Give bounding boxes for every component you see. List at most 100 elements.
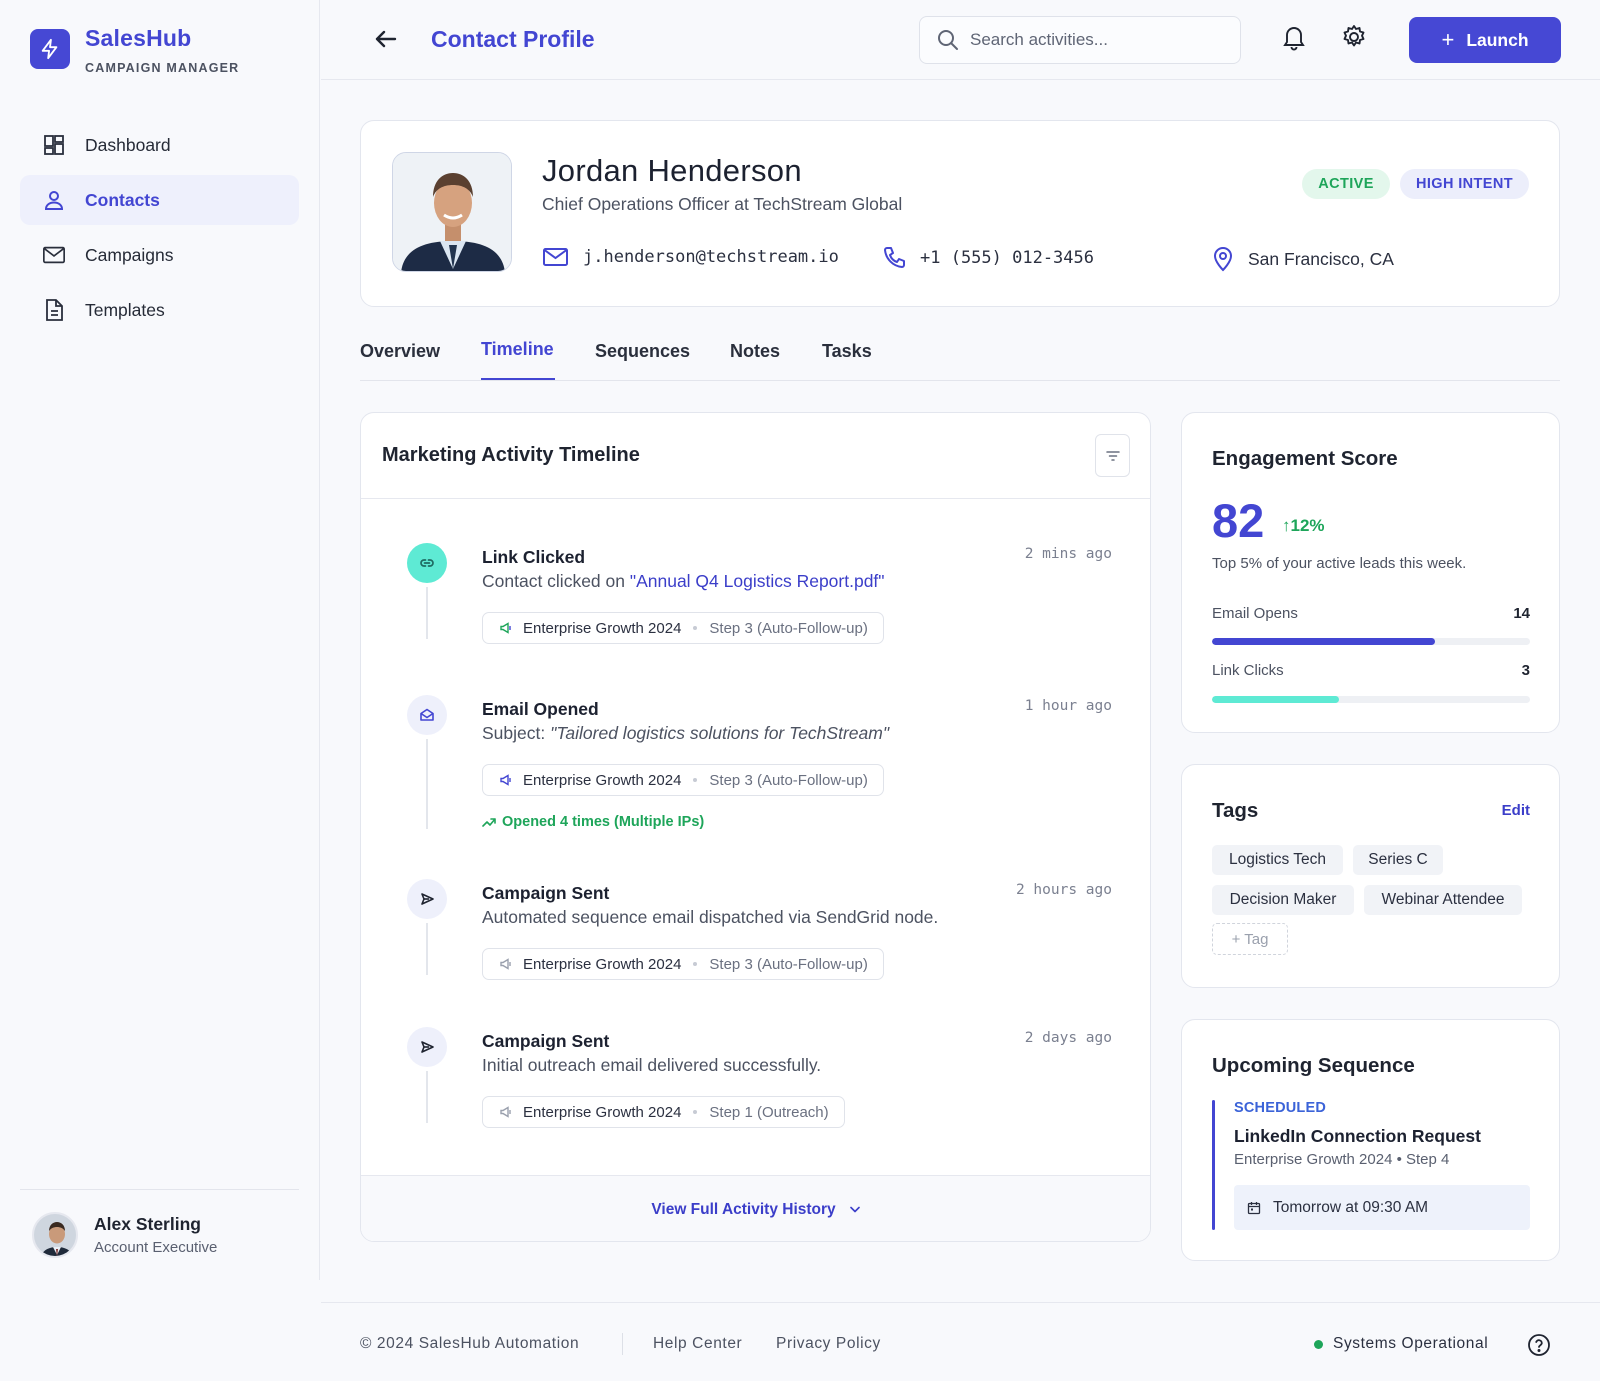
page-title: Contact Profile <box>431 26 595 52</box>
gear-icon[interactable] <box>1339 22 1369 52</box>
app-name: SalesHub <box>85 25 192 51</box>
current-user[interactable]: Alex Sterling Account Executive <box>20 1189 299 1279</box>
contact-name: Jordan Henderson <box>542 153 802 188</box>
sidebar-item-label: Contacts <box>85 189 160 210</box>
open-count-note: Opened 4 times (Multiple IPs) <box>482 814 704 830</box>
tag-chip[interactable]: Webinar Attendee <box>1364 885 1522 915</box>
help-circle-icon[interactable] <box>1527 1333 1551 1357</box>
activity-title: Link Clicked <box>482 547 586 567</box>
tab-tasks[interactable]: Tasks <box>822 341 872 362</box>
status-badge-high-intent: HIGH INTENT <box>1400 169 1529 199</box>
contact-phone[interactable]: +1 (555) 012-3456 <box>882 246 1094 270</box>
campaign-step: Step 3 (Auto-Follow-up) <box>709 771 868 789</box>
sequence-card-title: Upcoming Sequence <box>1212 1054 1415 1077</box>
document-icon <box>42 298 66 322</box>
contact-phone-value: +1 (555) 012-3456 <box>920 248 1094 268</box>
email-opens-progress-fill <box>1212 638 1435 645</box>
tab-sequences[interactable]: Sequences <box>595 341 690 362</box>
campaign-chip[interactable]: Enterprise Growth 2024 Step 1 (Outreach) <box>482 1096 845 1128</box>
activity-description: Subject: "Tailored logistics solutions f… <box>482 723 889 744</box>
contact-title: Chief Operations Officer at TechStream G… <box>542 194 903 214</box>
activity-title: Campaign Sent <box>482 1031 610 1051</box>
contact-email-value: j.henderson@techstream.io <box>583 247 839 267</box>
bell-icon[interactable] <box>1279 22 1309 52</box>
activity-description: Initial outreach email delivered success… <box>482 1055 822 1075</box>
system-status: Systems Operational <box>1314 1335 1488 1353</box>
send-icon <box>407 1027 447 1067</box>
edit-tags-button[interactable]: Edit <box>1502 802 1530 819</box>
view-full-history-button[interactable]: View Full Activity History <box>361 1175 1150 1241</box>
view-history-label: View Full Activity History <box>651 1200 836 1218</box>
campaign-step: Step 3 (Auto-Follow-up) <box>709 619 868 637</box>
sequence-accent-bar <box>1212 1100 1215 1230</box>
tab-overview[interactable]: Overview <box>360 341 440 362</box>
megaphone-icon <box>499 621 513 635</box>
sidebar-nav: Dashboard Contacts Campaigns Templates <box>20 120 299 340</box>
footer-divider <box>622 1333 623 1355</box>
sidebar-item-dashboard[interactable]: Dashboard <box>20 120 299 170</box>
tag-chip[interactable]: Series C <box>1353 845 1443 875</box>
launch-button[interactable]: + Launch <box>1409 17 1561 63</box>
metric-value: 3 <box>1521 662 1530 679</box>
campaign-chip[interactable]: Enterprise Growth 2024 Step 3 (Auto-Foll… <box>482 764 884 796</box>
back-arrow-icon[interactable] <box>371 24 401 54</box>
status-badge-active: ACTIVE <box>1302 169 1390 199</box>
metric-value: 14 <box>1513 605 1530 622</box>
email-opens-progress <box>1212 638 1530 645</box>
score-delta-value: 12% <box>1290 516 1325 535</box>
search-input[interactable] <box>970 30 1220 50</box>
avatar <box>32 1211 78 1258</box>
engagement-score-card: Engagement Score 82 ↑12% Top 5% of your … <box>1181 412 1560 733</box>
sequence-status: SCHEDULED <box>1234 1100 1327 1116</box>
engagement-score: 82 <box>1212 494 1265 547</box>
lightning-logo-icon <box>30 29 70 69</box>
privacy-policy-link[interactable]: Privacy Policy <box>776 1335 881 1353</box>
mail-open-icon <box>407 695 447 735</box>
metric-email-opens: Email Opens 14 <box>1212 605 1530 622</box>
mail-icon <box>542 246 569 268</box>
tags-card: Tags Edit Logistics Tech Series C Decisi… <box>1181 764 1560 988</box>
campaign-name: Enterprise Growth 2024 <box>523 619 682 637</box>
link-clicks-progress-fill <box>1212 696 1340 703</box>
clicked-asset-link[interactable]: "Annual Q4 Logistics Report.pdf" <box>630 571 885 591</box>
description-text: Subject: <box>482 723 551 743</box>
send-icon <box>407 879 447 919</box>
sidebar-item-label: Dashboard <box>85 134 171 155</box>
sidebar-item-campaigns[interactable]: Campaigns <box>20 230 299 280</box>
sidebar-item-templates[interactable]: Templates <box>20 285 299 335</box>
page-footer: © 2024 SalesHub Automation Help Center P… <box>321 1302 1600 1381</box>
contact-location: San Francisco, CA <box>1212 246 1394 272</box>
sidebar-item-contacts[interactable]: Contacts <box>20 175 299 225</box>
help-center-link[interactable]: Help Center <box>653 1335 742 1353</box>
tag-chip[interactable]: Logistics Tech <box>1212 845 1343 875</box>
contact-email[interactable]: j.henderson@techstream.io <box>542 246 839 268</box>
link-clicks-progress <box>1212 696 1530 703</box>
tags-title: Tags <box>1212 799 1259 822</box>
campaign-chip[interactable]: Enterprise Growth 2024 Step 3 (Auto-Foll… <box>482 948 884 980</box>
mail-icon <box>42 243 66 267</box>
app-subtitle: CAMPAIGN MANAGER <box>85 61 240 75</box>
score-subtitle: Top 5% of your active leads this week. <box>1212 555 1467 572</box>
chevron-down-icon <box>849 1206 860 1213</box>
user-name: Alex Sterling <box>94 1213 201 1234</box>
engagement-title: Engagement Score <box>1212 447 1398 470</box>
tab-notes[interactable]: Notes <box>730 341 780 362</box>
copyright-text: © 2024 SalesHub Automation <box>360 1335 580 1352</box>
campaign-step: Step 3 (Auto-Follow-up) <box>709 955 868 973</box>
add-tag-button[interactable]: + Tag <box>1212 923 1288 955</box>
sequence-name: LinkedIn Connection Request <box>1234 1126 1481 1146</box>
filter-button[interactable] <box>1095 434 1130 477</box>
search-box[interactable] <box>919 16 1241 64</box>
contact-profile-card: Jordan Henderson Chief Operations Office… <box>360 120 1560 307</box>
activity-time: 1 hour ago <box>1024 698 1112 714</box>
brand[interactable]: SalesHub CAMPAIGN MANAGER <box>30 25 240 75</box>
tag-chip[interactable]: Decision Maker <box>1212 885 1354 915</box>
activity-time: 2 hours ago <box>1015 882 1112 898</box>
phone-icon <box>882 246 906 270</box>
email-subject: "Tailored logistics solutions for TechSt… <box>550 723 890 743</box>
tab-timeline[interactable]: Timeline <box>481 339 554 360</box>
location-pin-icon <box>1212 246 1234 272</box>
campaign-name: Enterprise Growth 2024 <box>523 771 682 789</box>
sequence-time: Tomorrow at 09:30 AM <box>1273 1198 1429 1216</box>
campaign-chip[interactable]: Enterprise Growth 2024 Step 3 (Auto-Foll… <box>482 612 884 644</box>
